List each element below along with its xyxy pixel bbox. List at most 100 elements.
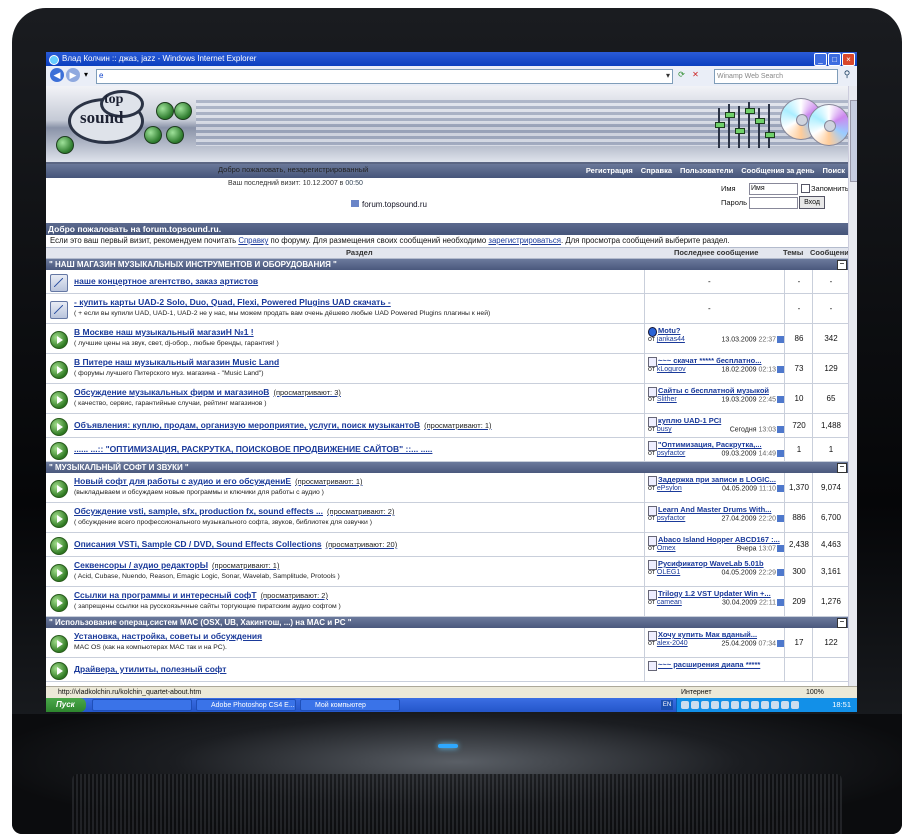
username-input[interactable]: Имя <box>749 183 798 195</box>
nav-register[interactable]: Регистрация <box>586 164 633 178</box>
forum-title[interactable]: Обсуждение музыкальных фирм и магазиноВ(… <box>74 387 341 397</box>
tray-app-icon[interactable] <box>721 701 729 709</box>
go-to-post-icon[interactable] <box>777 426 784 433</box>
nav-members[interactable]: Пользователи <box>680 164 733 178</box>
go-to-post-icon[interactable] <box>777 485 784 492</box>
language-indicator[interactable]: EN <box>661 700 673 710</box>
last-post-title[interactable]: ~~~ расширения диапа ***** <box>658 660 760 669</box>
last-post-title[interactable]: куплю UAD-1 PCI <box>658 416 721 425</box>
author-link[interactable]: busy <box>657 426 672 433</box>
last-post-title[interactable]: ~~~ скачат ***** бесплатно... <box>658 356 761 365</box>
back-button[interactable]: ◀ <box>50 68 64 82</box>
author-link[interactable]: camean <box>657 599 682 606</box>
forum-row[interactable]: В Питере наш музыкальный магазин Music L… <box>46 354 849 384</box>
address-input[interactable]: e ▾ <box>96 69 673 84</box>
last-post-title[interactable]: Trilogy 1.2 VST Updater Win +... <box>658 589 771 598</box>
forum-row[interactable]: Новый софт для работы с аудио и его обсу… <box>46 473 849 503</box>
tray-app-icon[interactable] <box>761 701 769 709</box>
scrollbar-thumb[interactable] <box>850 100 857 182</box>
taskbar-item-photoshop[interactable]: Adobe Photoshop CS4 E... <box>196 699 296 711</box>
tray-app-icon[interactable] <box>771 701 779 709</box>
forum-row[interactable]: В Москве наш музыкальный магазиН №1 ! ( … <box>46 324 849 354</box>
category-header[interactable]: " Использование операц.систем MAC (OSX, … <box>46 617 849 628</box>
tray-app-icon[interactable] <box>741 701 749 709</box>
tray-app-icon[interactable] <box>711 701 719 709</box>
forum-row[interactable]: наше концертное агентство, заказ артисто… <box>46 270 849 294</box>
forum-row[interactable]: Описания VSTi, Sample CD / DVD, Sound Ef… <box>46 533 849 557</box>
maximize-icon[interactable]: □ <box>828 53 841 66</box>
forum-row[interactable]: Установка, настройка, советы и обсуждени… <box>46 628 849 658</box>
go-to-post-icon[interactable] <box>777 396 784 403</box>
forum-title[interactable]: В Питере наш музыкальный магазин Music L… <box>74 357 283 367</box>
forum-title[interactable]: ...... ...:: "ОПТИМИЗАЦИЯ, РАСКРУТКА, ПО… <box>74 444 436 454</box>
tray-app-icon[interactable] <box>731 701 739 709</box>
search-input[interactable]: Winamp Web Search <box>714 69 838 84</box>
go-to-post-icon[interactable] <box>777 450 784 457</box>
forum-row[interactable]: Драйвера, утилиты, полезный софт ~~~ рас… <box>46 658 849 682</box>
nav-search[interactable]: Поиск <box>822 164 845 178</box>
go-to-post-icon[interactable] <box>777 599 784 606</box>
tray-app-icon[interactable] <box>701 701 709 709</box>
tray-app-icon[interactable] <box>751 701 759 709</box>
address-dropdown-icon[interactable]: ▾ <box>666 71 670 80</box>
go-to-post-icon[interactable] <box>777 336 784 343</box>
last-post-title[interactable]: Abaco Island Hopper ABCD167 :... <box>658 535 780 544</box>
author-link[interactable]: kLogurov <box>657 366 686 373</box>
start-button[interactable]: Пуск <box>46 698 86 712</box>
forum-title[interactable]: Объявления: куплю, продам, организую мер… <box>74 420 492 430</box>
forum-row[interactable]: Объявления: куплю, продам, организую мер… <box>46 414 849 438</box>
last-post-title[interactable]: Сайты с бесплатной музыкой <box>658 386 769 395</box>
help-link[interactable]: Справку <box>238 236 268 245</box>
forum-title[interactable]: Установка, настройка, советы и обсуждени… <box>74 631 266 641</box>
forum-title[interactable]: Секвенсоры / аудио редакторЫ (просматрива… <box>74 560 279 570</box>
forum-row[interactable]: Ссылки на программы и интересный софТ (пр… <box>46 587 849 617</box>
forum-title[interactable]: наше концертное агентство, заказ артисто… <box>74 276 262 286</box>
forum-row[interactable]: Обсуждение музыкальных фирм и магазиноВ(… <box>46 384 849 414</box>
forum-title[interactable]: Драйвера, утилиты, полезный софт <box>74 664 230 674</box>
forum-row[interactable]: - купить карты UAD-2 Solo, Duo, Quad, Fl… <box>46 294 849 324</box>
forum-title[interactable]: Обсуждение vsti, sample, sfx, production… <box>74 506 394 516</box>
author-link[interactable]: alex-2040 <box>657 640 688 647</box>
go-to-post-icon[interactable] <box>777 545 784 552</box>
register-link[interactable]: зарегистрироваться <box>488 236 561 245</box>
tray-app-icon[interactable] <box>791 701 799 709</box>
forum-title[interactable]: В Москве наш музыкальный магазиН №1 ! <box>74 327 258 337</box>
refresh-icon[interactable]: ⟳ <box>676 69 687 81</box>
author-link[interactable]: jankas44 <box>657 336 685 343</box>
author-link[interactable]: OLEG1 <box>657 569 680 576</box>
tray-app-icon[interactable] <box>781 701 789 709</box>
remember-checkbox[interactable] <box>801 184 810 193</box>
forum-title[interactable]: Ссылки на программы и интересный софТ (пр… <box>74 590 328 600</box>
password-input[interactable] <box>749 197 798 209</box>
taskbar-item-ie[interactable] <box>92 699 192 711</box>
tray-app-icon[interactable] <box>681 701 689 709</box>
collapse-icon[interactable]: – <box>837 618 847 628</box>
forum-title[interactable]: Описания VSTi, Sample CD / DVD, Sound Ef… <box>74 539 397 549</box>
forum-title[interactable]: - купить карты UAD-2 Solo, Duo, Quad, Fl… <box>74 297 395 307</box>
search-icon[interactable]: ⚲ <box>840 69 854 82</box>
category-header[interactable]: " НАШ МАГАЗИН МУЗЫКАЛЬНЫХ ИНСТРУМЕНТОВ И… <box>46 259 849 270</box>
author-link[interactable]: ePsylon <box>657 485 682 492</box>
go-to-post-icon[interactable] <box>777 515 784 522</box>
forum-row[interactable]: ...... ...:: "ОПТИМИЗАЦИЯ, РАСКРУТКА, ПО… <box>46 438 849 462</box>
forward-button[interactable]: ▶ <box>66 68 80 82</box>
collapse-icon[interactable]: – <box>837 260 847 270</box>
tray-app-icon[interactable] <box>691 701 699 709</box>
author-link[interactable]: Slither <box>657 396 677 403</box>
forum-row[interactable]: Секвенсоры / аудио редакторЫ (просматрива… <box>46 557 849 587</box>
author-link[interactable]: psyfactor <box>657 450 685 457</box>
last-post-title[interactable]: Русификатор WaveLab 5.01b <box>658 559 764 568</box>
category-header[interactable]: " МУЗЫКАЛЬНЫЙ СОФТ И ЗВУКИ " – <box>46 462 849 473</box>
collapse-icon[interactable]: – <box>837 463 847 473</box>
history-dropdown-icon[interactable]: ▾ <box>84 70 88 79</box>
nav-help[interactable]: Справка <box>641 164 672 178</box>
forum-row[interactable]: Обсуждение vsti, sample, sfx, production… <box>46 503 849 533</box>
close-icon[interactable]: × <box>842 53 855 66</box>
stop-icon[interactable]: ✕ <box>690 69 701 81</box>
last-post-title[interactable]: Задержка при записи в LOGIC... <box>658 475 776 484</box>
last-post-title[interactable]: "Оптимизация, Раскрутка,... <box>658 440 762 449</box>
minimize-icon[interactable]: _ <box>814 53 827 66</box>
last-post-title[interactable]: Learn And Master Drums With... <box>658 505 771 514</box>
go-to-post-icon[interactable] <box>777 569 784 576</box>
login-button[interactable]: Вход <box>799 196 825 209</box>
